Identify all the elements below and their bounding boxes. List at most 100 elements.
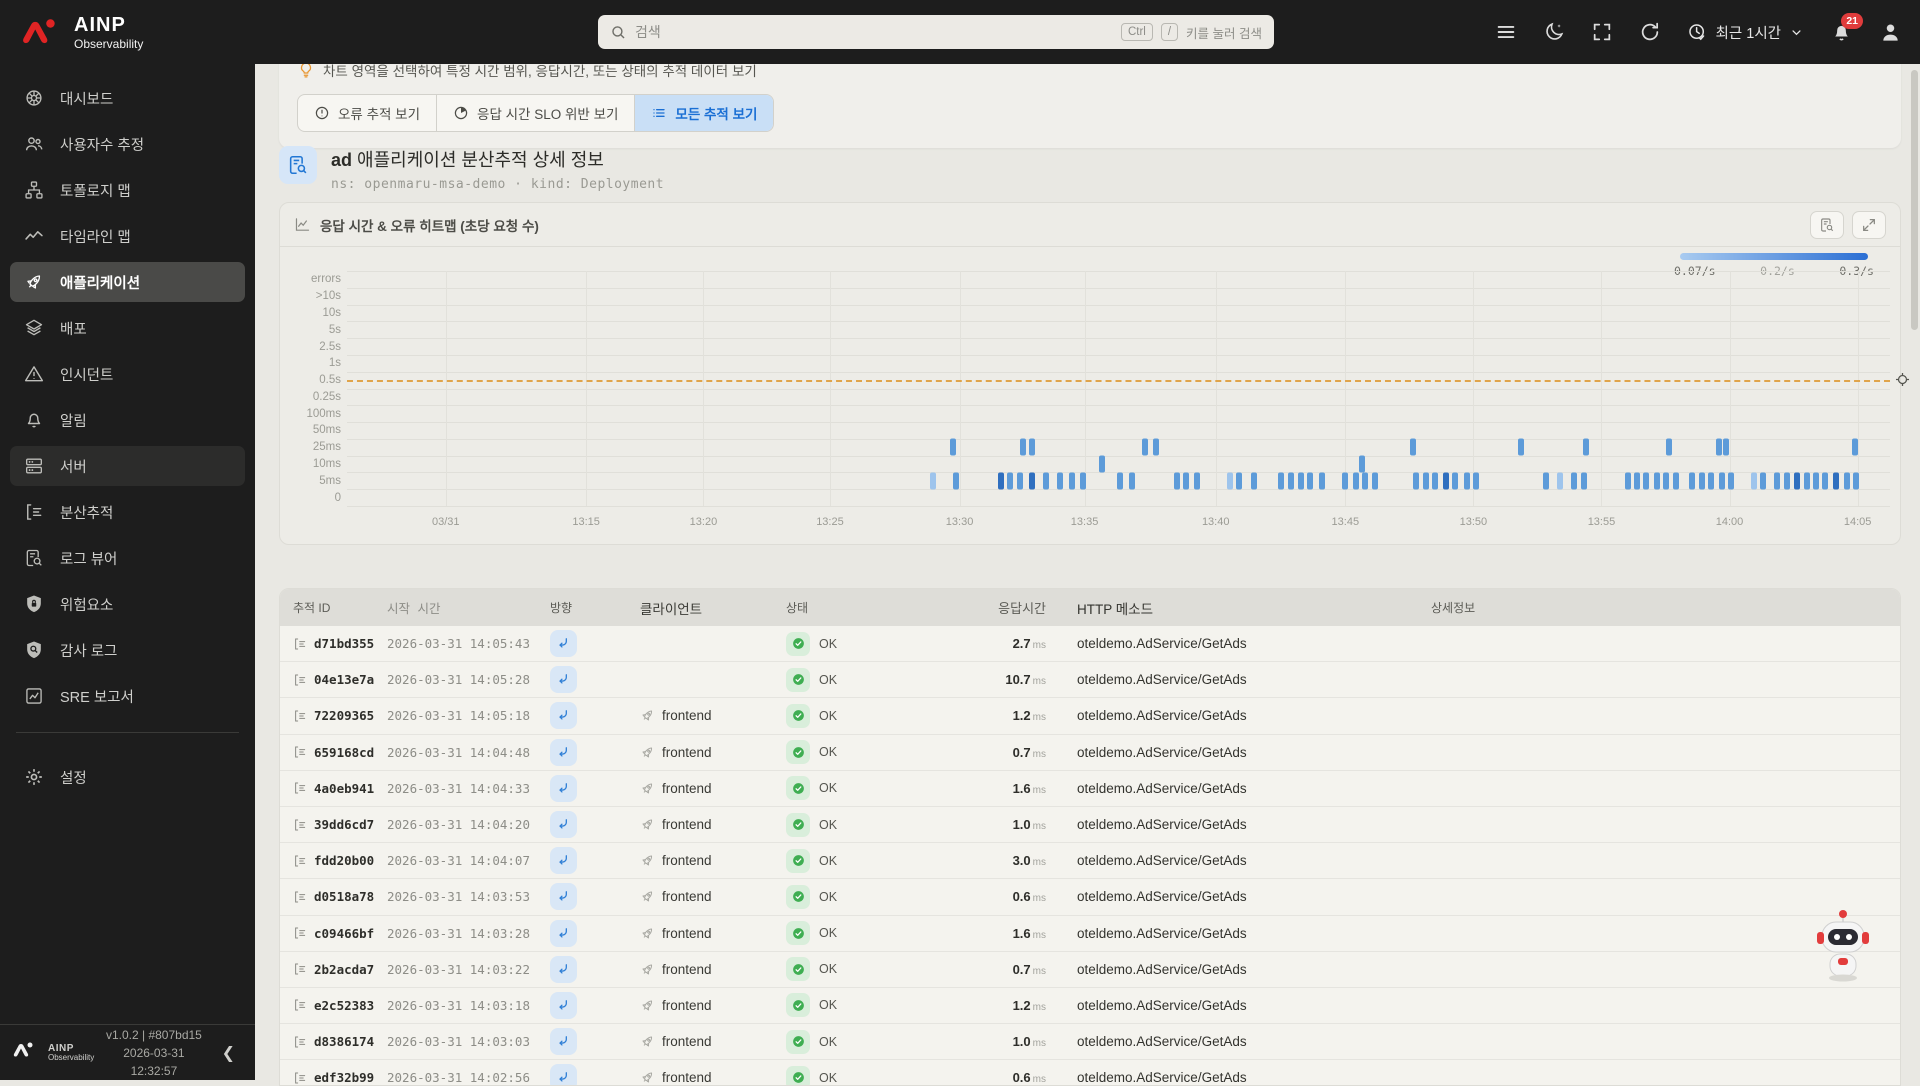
heatmap-cell[interactable] bbox=[1464, 472, 1470, 489]
column-header-2[interactable]: 방향 bbox=[550, 599, 640, 616]
heatmap-cell[interactable] bbox=[1353, 472, 1359, 489]
sidebar-item-1[interactable]: 사용자수 추정 bbox=[10, 124, 245, 164]
sidebar-collapse-button[interactable]: ❮ bbox=[214, 1039, 243, 1067]
heatmap-cell[interactable] bbox=[950, 439, 956, 456]
table-row[interactable]: d8386174 2026-03-31 14:03:03 frontend OK… bbox=[280, 1024, 1900, 1060]
time-range-selector[interactable]: 최근 1시간 bbox=[1687, 22, 1804, 43]
heatmap-cell[interactable] bbox=[1307, 472, 1313, 489]
heatmap-cell[interactable] bbox=[1804, 472, 1810, 489]
heatmap-cell[interactable] bbox=[1852, 439, 1858, 456]
heatmap-cell[interactable] bbox=[1784, 472, 1790, 489]
table-row[interactable]: 2b2acda7 2026-03-31 14:03:22 frontend OK… bbox=[280, 952, 1900, 988]
trace-view-button-1[interactable]: 응답 시간 SLO 위반 보기 bbox=[437, 95, 635, 131]
heatmap-cell[interactable] bbox=[1319, 472, 1325, 489]
heatmap-cell[interactable] bbox=[1634, 472, 1640, 489]
heatmap-cell[interactable] bbox=[1751, 472, 1757, 489]
heatmap-cell[interactable] bbox=[1663, 472, 1669, 489]
heatmap-cell[interactable] bbox=[1518, 439, 1524, 456]
table-row[interactable]: e2c52383 2026-03-31 14:03:18 frontend OK… bbox=[280, 988, 1900, 1024]
column-header-4[interactable]: 상태 bbox=[786, 599, 971, 616]
heatmap-cell[interactable] bbox=[930, 472, 936, 489]
sidebar-item-10[interactable]: 로그 뷰어 bbox=[10, 538, 245, 578]
heatmap-cell[interactable] bbox=[1359, 456, 1365, 473]
table-row[interactable]: 04e13e7a 2026-03-31 14:05:28 OK 10.7ms o… bbox=[280, 662, 1900, 698]
heatmap-cell[interactable] bbox=[1372, 472, 1378, 489]
sidebar-item-7[interactable]: 알림 bbox=[10, 400, 245, 440]
heatmap-cell[interactable] bbox=[1410, 439, 1416, 456]
table-row[interactable]: 4a0eb941 2026-03-31 14:04:33 frontend OK… bbox=[280, 771, 1900, 807]
heatmap-cell[interactable] bbox=[1153, 439, 1159, 456]
heatmap-cell[interactable] bbox=[1069, 472, 1075, 489]
column-header-1[interactable]: 시작 시간 bbox=[387, 598, 550, 617]
sidebar-item-3[interactable]: 타임라인 맵 bbox=[10, 216, 245, 256]
heatmap-cell[interactable] bbox=[1029, 439, 1035, 456]
heatmap-cell[interactable] bbox=[1813, 472, 1819, 489]
crosshair-icon[interactable] bbox=[1894, 371, 1911, 393]
heatmap-cell[interactable] bbox=[1571, 472, 1577, 489]
heatmap-cell[interactable] bbox=[1844, 472, 1850, 489]
heatmap-plot[interactable]: errors>10s10s5s2.5s1s0.5s0.25s100ms50ms2… bbox=[347, 271, 1890, 506]
table-row[interactable]: d71bd355 2026-03-31 14:05:43 OK 2.7ms ot… bbox=[280, 626, 1900, 662]
heatmap-cell[interactable] bbox=[1278, 472, 1284, 489]
table-row[interactable]: 39dd6cd7 2026-03-31 14:04:20 frontend OK… bbox=[280, 807, 1900, 843]
heatmap-cell[interactable] bbox=[1689, 472, 1695, 489]
heatmap-cell[interactable] bbox=[1673, 472, 1679, 489]
heatmap-cell[interactable] bbox=[1057, 472, 1063, 489]
heatmap-cell[interactable] bbox=[1029, 472, 1035, 489]
heatmap-cell[interactable] bbox=[1723, 439, 1729, 456]
heatmap-cell[interactable] bbox=[1362, 472, 1368, 489]
heatmap-cell[interactable] bbox=[1017, 472, 1023, 489]
table-row[interactable]: c09466bf 2026-03-31 14:03:28 frontend OK… bbox=[280, 916, 1900, 952]
search-input[interactable]: 검색 Ctrl / 키를 눌러 검색 bbox=[598, 15, 1274, 49]
column-header-6[interactable]: HTTP 메소드 bbox=[1046, 598, 1296, 618]
trace-view-button-0[interactable]: 오류 추적 보기 bbox=[298, 95, 437, 131]
column-header-7[interactable]: 상세정보 bbox=[1296, 599, 1900, 616]
heatmap-cell[interactable] bbox=[1432, 472, 1438, 489]
heatmap-cell[interactable] bbox=[1099, 456, 1105, 473]
heatmap-cell[interactable] bbox=[1583, 439, 1589, 456]
heatmap-cell[interactable] bbox=[1719, 472, 1725, 489]
table-row[interactable]: 72209365 2026-03-31 14:05:18 frontend OK… bbox=[280, 698, 1900, 734]
heatmap-cell[interactable] bbox=[1822, 472, 1828, 489]
heatmap-cell[interactable] bbox=[1342, 472, 1348, 489]
refresh-icon[interactable] bbox=[1639, 21, 1661, 43]
heatmap-cell[interactable] bbox=[1183, 472, 1189, 489]
notifications-button[interactable]: 21 bbox=[1830, 21, 1853, 44]
heatmap-cell[interactable] bbox=[1020, 439, 1026, 456]
heatmap-cell[interactable] bbox=[1833, 472, 1839, 489]
heatmap-cell[interactable] bbox=[1043, 472, 1049, 489]
assistant-robot-mascot[interactable] bbox=[1814, 908, 1872, 982]
sidebar-item-2[interactable]: 토폴로지 맵 bbox=[10, 170, 245, 210]
heatmap-cell[interactable] bbox=[1129, 472, 1135, 489]
column-header-0[interactable]: 추적 ID bbox=[280, 599, 387, 616]
heatmap-cell[interactable] bbox=[1473, 472, 1479, 489]
table-row[interactable]: d0518a78 2026-03-31 14:03:53 frontend OK… bbox=[280, 879, 1900, 915]
view-traces-button[interactable] bbox=[1810, 211, 1844, 239]
heatmap-cell[interactable] bbox=[1794, 472, 1800, 489]
heatmap-cell[interactable] bbox=[1174, 472, 1180, 489]
sidebar-item-settings[interactable]: 설정 bbox=[10, 757, 245, 797]
heatmap-cell[interactable] bbox=[1557, 472, 1563, 489]
heatmap-cell[interactable] bbox=[1194, 472, 1200, 489]
sidebar-item-9[interactable]: 분산추적 bbox=[10, 492, 245, 532]
heatmap-cell[interactable] bbox=[1774, 472, 1780, 489]
heatmap-cell[interactable] bbox=[953, 472, 959, 489]
sidebar-item-0[interactable]: 대시보드 bbox=[10, 78, 245, 118]
menu-icon[interactable] bbox=[1495, 21, 1517, 43]
heatmap-cell[interactable] bbox=[1236, 472, 1242, 489]
heatmap-cell[interactable] bbox=[1298, 472, 1304, 489]
heatmap-cell[interactable] bbox=[1452, 472, 1458, 489]
heatmap-cell[interactable] bbox=[1080, 472, 1086, 489]
user-profile-button[interactable] bbox=[1879, 21, 1902, 44]
heatmap-cell[interactable] bbox=[1142, 439, 1148, 456]
heatmap-cell[interactable] bbox=[1666, 439, 1672, 456]
sidebar-item-11[interactable]: 위험요소 bbox=[10, 584, 245, 624]
heatmap-cell[interactable] bbox=[1625, 472, 1631, 489]
heatmap-cell[interactable] bbox=[1654, 472, 1660, 489]
heatmap-cell[interactable] bbox=[1760, 472, 1766, 489]
heatmap-cell[interactable] bbox=[1251, 472, 1257, 489]
heatmap-cell[interactable] bbox=[998, 472, 1004, 489]
table-row[interactable]: 659168cd 2026-03-31 14:04:48 frontend OK… bbox=[280, 735, 1900, 771]
heatmap-cell[interactable] bbox=[1708, 472, 1714, 489]
sidebar-item-12[interactable]: 감사 로그 bbox=[10, 630, 245, 670]
